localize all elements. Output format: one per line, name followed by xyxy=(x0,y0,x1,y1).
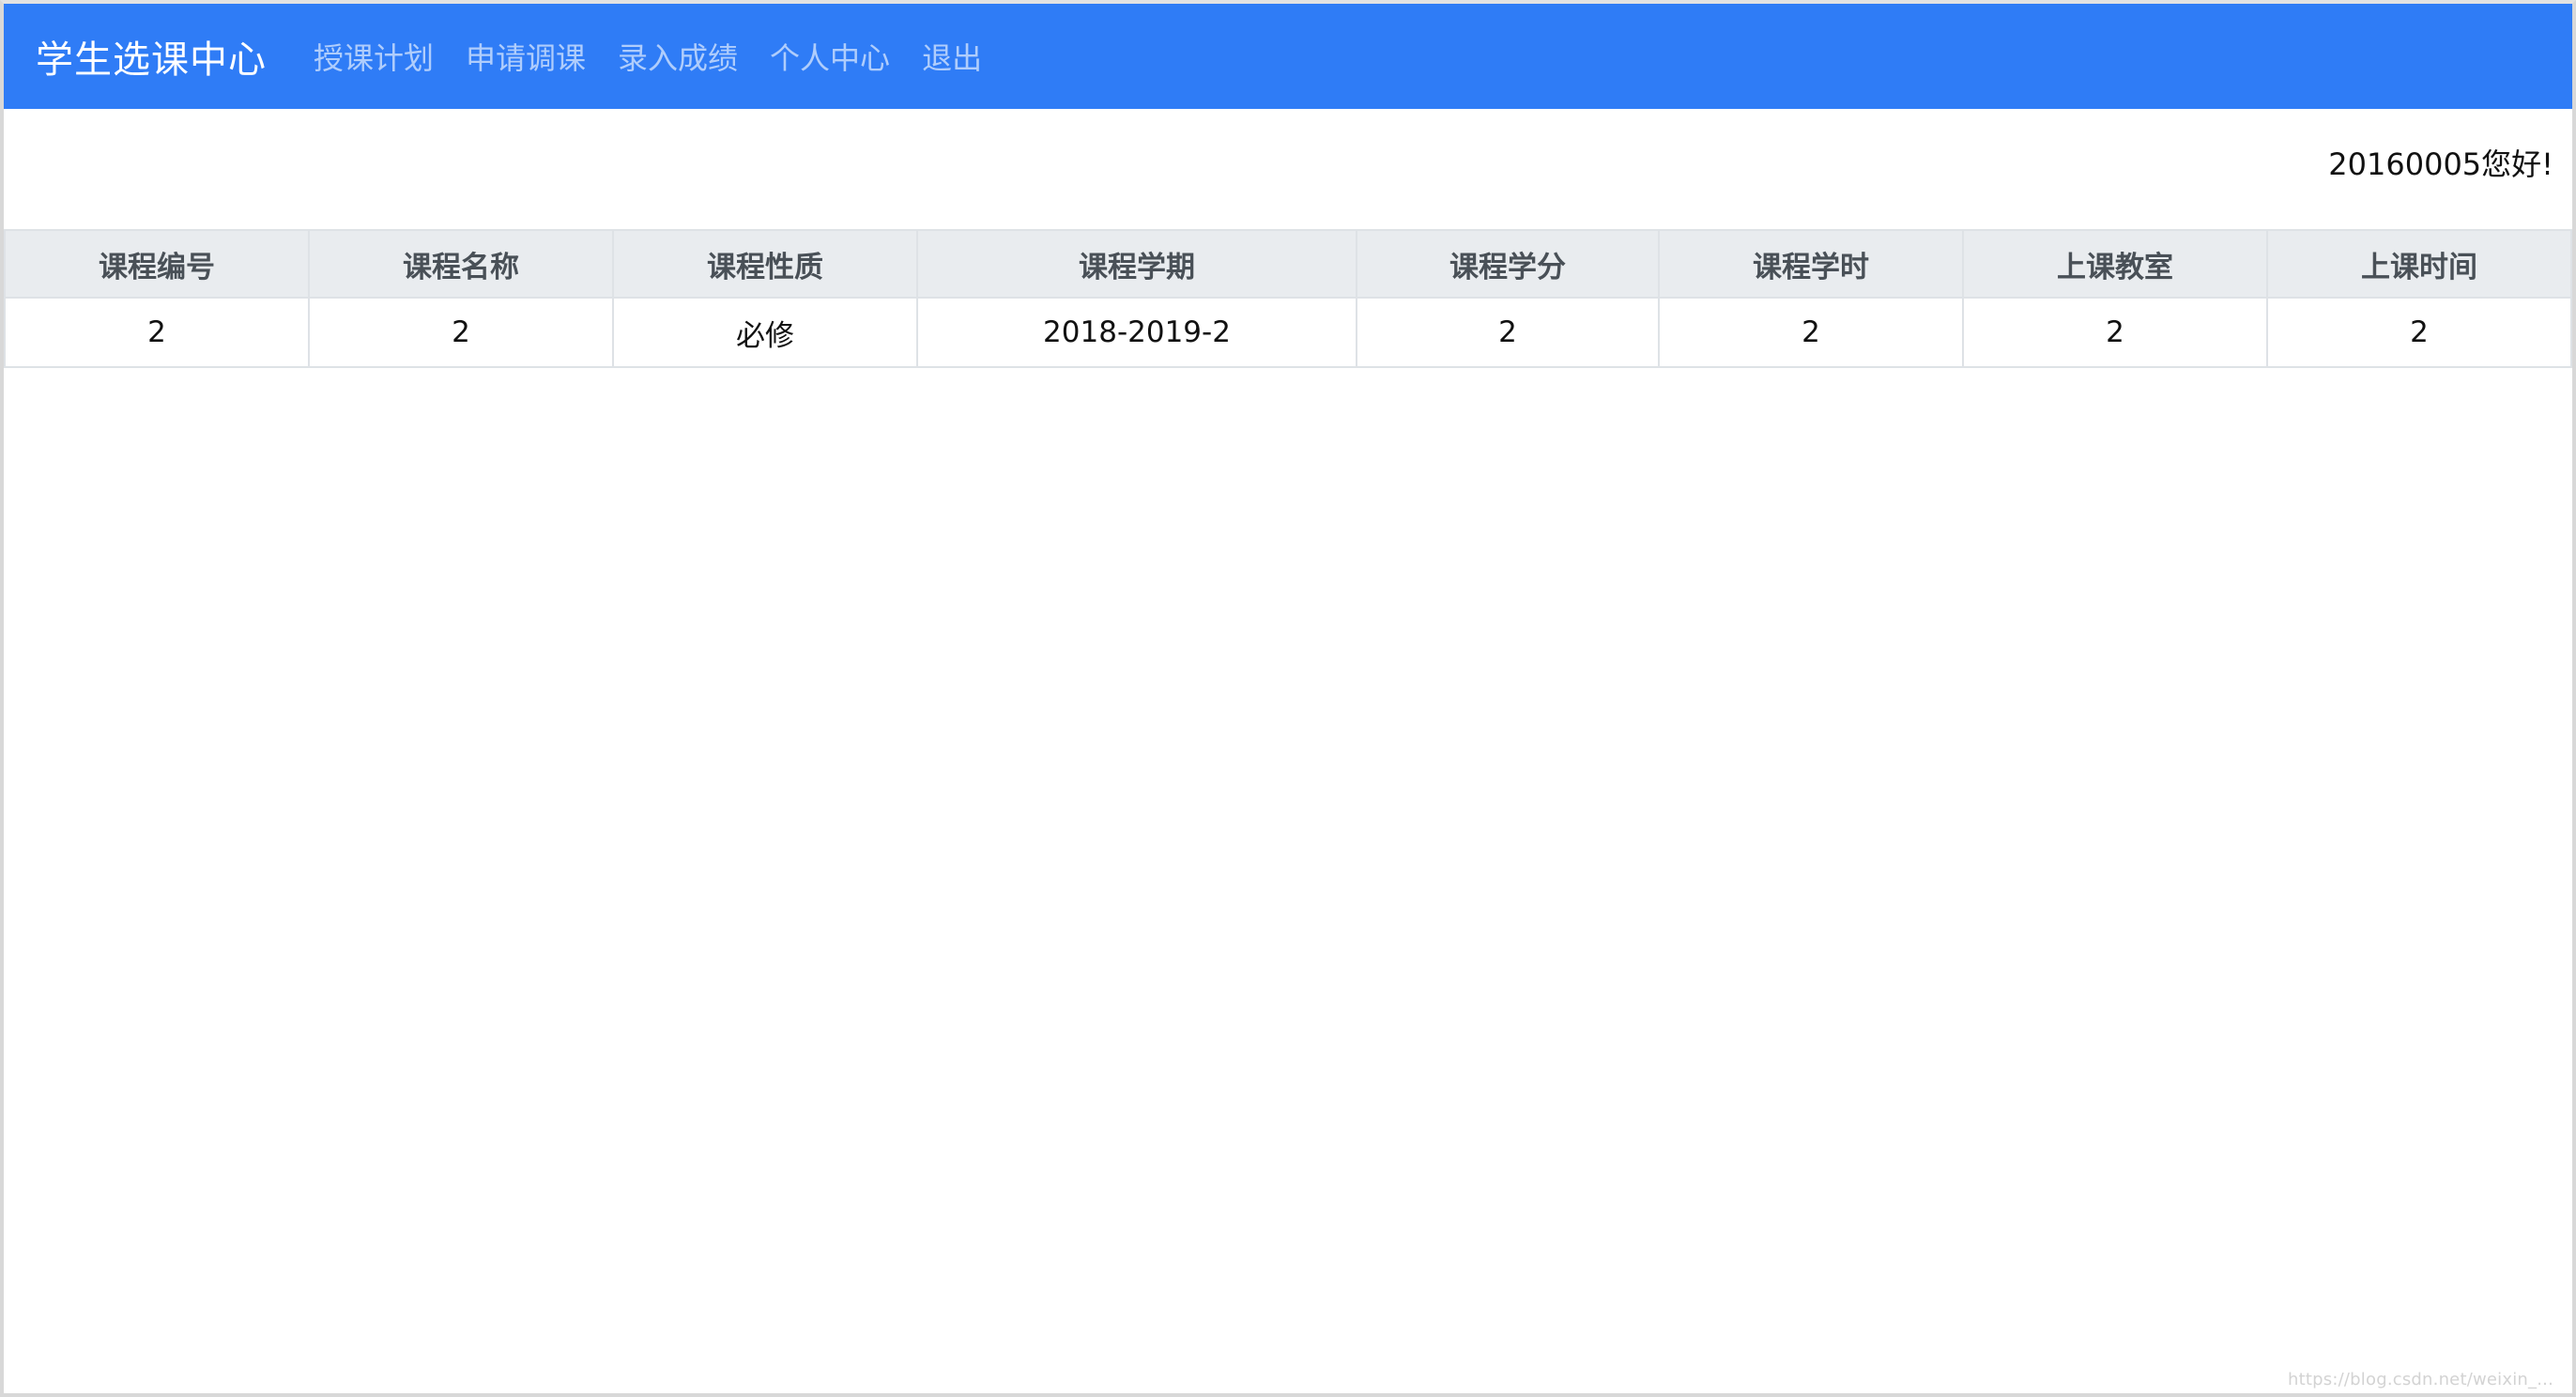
column-course-term: 课程学期 xyxy=(916,229,1357,299)
column-course-id: 课程编号 xyxy=(4,229,310,299)
nav-enter-grades[interactable]: 录入成绩 xyxy=(618,35,738,78)
course-table-body: 2 2 必修 2018-2019-2 2 2 2 2 xyxy=(4,297,2572,368)
cell-course-credit: 2 xyxy=(1356,297,1660,368)
nav-logout[interactable]: 退出 xyxy=(922,35,982,78)
column-class-time: 上课时间 xyxy=(2266,229,2572,299)
nav-teaching-plan[interactable]: 授课计划 xyxy=(314,35,434,78)
source-watermark: https://blog.csdn.net/weixin_... xyxy=(2288,1370,2553,1389)
course-table: 课程编号 课程名称 课程性质 课程学期 课程学分 课程学时 上课教室 上课时间 … xyxy=(4,229,2572,368)
column-course-type: 课程性质 xyxy=(612,229,918,299)
top-navbar: 学生选课中心 授课计划 申请调课 录入成绩 个人中心 退出 xyxy=(4,4,2572,109)
cell-course-hours: 2 xyxy=(1658,297,1964,368)
site-brand[interactable]: 学生选课中心 xyxy=(36,29,267,84)
nav-personal-center[interactable]: 个人中心 xyxy=(770,35,890,78)
table-header-row: 课程编号 课程名称 课程性质 课程学期 课程学分 课程学时 上课教室 上课时间 xyxy=(4,229,2572,299)
nav-apply-adjustment[interactable]: 申请调课 xyxy=(466,35,586,78)
column-course-hours: 课程学时 xyxy=(1658,229,1964,299)
cell-course-type: 必修 xyxy=(612,297,918,368)
cell-course-name: 2 xyxy=(308,297,614,368)
course-table-header: 课程编号 课程名称 课程性质 课程学期 课程学分 课程学时 上课教室 上课时间 xyxy=(4,229,2572,299)
cell-class-time: 2 xyxy=(2266,297,2572,368)
column-course-credit: 课程学分 xyxy=(1356,229,1660,299)
cell-course-id: 2 xyxy=(4,297,310,368)
cell-course-term: 2018-2019-2 xyxy=(916,297,1357,368)
user-greeting: 20160005您好! xyxy=(2328,146,2553,182)
cell-classroom: 2 xyxy=(1962,297,2268,368)
course-table-wrapper: 课程编号 课程名称 课程性质 课程学期 课程学分 课程学时 上课教室 上课时间 … xyxy=(4,229,2572,368)
main-navigation: 授课计划 申请调课 录入成绩 个人中心 退出 xyxy=(314,35,982,78)
column-course-name: 课程名称 xyxy=(308,229,614,299)
table-row: 2 2 必修 2018-2019-2 2 2 2 2 xyxy=(4,297,2572,368)
window-frame xyxy=(0,0,2576,1397)
column-classroom: 上课教室 xyxy=(1962,229,2268,299)
